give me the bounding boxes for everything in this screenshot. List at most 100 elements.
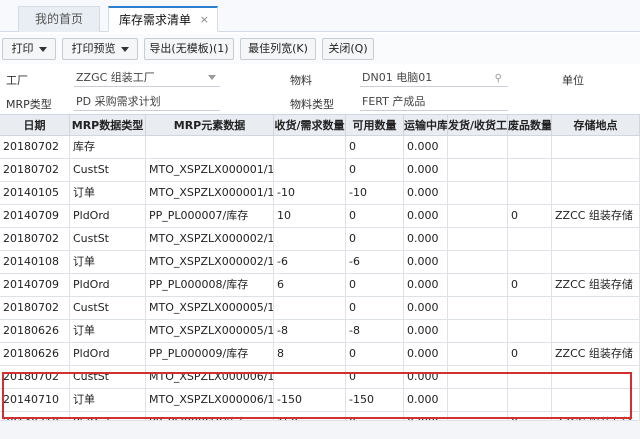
cell-receipt-demand-qty [274, 136, 346, 158]
tab-home[interactable]: 我的首页 [18, 6, 100, 32]
table-row[interactable]: 20140105 订单 MTO_XSPZLX000001/1/1 -10 -10 0.00… [0, 182, 640, 205]
cell-scrap-qty [508, 136, 552, 158]
column-header-issue-receipt-plant[interactable]: 发货/收货工厂 [448, 115, 508, 136]
cell-scrap-qty [508, 182, 552, 204]
cell-in-transit-stock: 0.000 [404, 159, 448, 181]
material-field[interactable]: DN01 电脑01 ⚲ [360, 70, 508, 87]
cell-issue-receipt-plant [448, 343, 508, 365]
cell-date: 20140108 [0, 251, 70, 273]
column-header-scrap-qty[interactable]: 废品数量 [508, 115, 552, 136]
column-header-in-transit-stock[interactable]: 运输中库 [404, 115, 448, 136]
cell-scrap-qty [508, 366, 552, 388]
cell-mrp-data-type: 订单 [70, 182, 146, 204]
chevron-down-icon [38, 46, 47, 52]
print-button[interactable]: 打印 [2, 38, 56, 60]
export-button[interactable]: 导出(无模板)(1) [144, 38, 234, 60]
cell-issue-receipt-plant [448, 251, 508, 273]
plant-select[interactable]: ZZGC 组装工厂 [74, 70, 220, 87]
cell-available-qty: 0 [346, 136, 404, 158]
cell-receipt-demand-qty: -8 [274, 320, 346, 342]
cell-mrp-element-data: PP_PL000008/库存 [146, 274, 274, 296]
link-icon[interactable]: ⚲ [495, 71, 502, 86]
cell-issue-receipt-plant [448, 320, 508, 342]
table-row[interactable]: 20180626 PldOrd PP_PL000009/库存 8 0 0.000 0 ZZCC… [0, 343, 640, 366]
cell-receipt-demand-qty [274, 159, 346, 181]
cell-available-qty: 0 [346, 159, 404, 181]
column-header-storage-location[interactable]: 存储地点 [552, 115, 640, 136]
column-header-date[interactable]: 日期 [0, 115, 70, 136]
cell-mrp-data-type: CustSt [70, 159, 146, 181]
table-row[interactable]: 20140709 PldOrd PP_PL000008/库存 6 0 0.000 0 ZZCC… [0, 274, 640, 297]
cell-scrap-qty [508, 297, 552, 319]
table-row[interactable]: 20180702 库存 0 0.000 [0, 136, 640, 159]
cell-mrp-element-data: MTO_XSPZLX000002/1 [146, 228, 274, 250]
table-row[interactable]: 20140709 PldOrd PP_PL000007/库存 10 0 0.000 0 ZZC… [0, 205, 640, 228]
print-preview-button-label: 打印预览 [71, 42, 116, 55]
table-row[interactable]: 20140108 订单 MTO_XSPZLX000002/1/1 -6 -6 0.000 [0, 251, 640, 274]
cell-issue-receipt-plant [448, 182, 508, 204]
cell-in-transit-stock: 0.000 [404, 205, 448, 227]
cell-in-transit-stock: 0.000 [404, 182, 448, 204]
cell-storage-location [552, 366, 640, 388]
cell-receipt-demand-qty [274, 297, 346, 319]
table-row[interactable]: 20180702 CustSt MTO_XSPZLX000005/1 0 0.000 [0, 297, 640, 320]
cell-mrp-element-data [146, 136, 274, 158]
column-header-available-qty[interactable]: 可用数量 [346, 115, 404, 136]
cell-available-qty: 0 [346, 366, 404, 388]
cell-mrp-element-data: MTO_XSPZLX000006/1/1 [146, 389, 274, 411]
column-header-mrp-data-type[interactable]: MRP数据类型 [70, 115, 146, 136]
table-header: 日期MRP数据类型MRP元素数据收货/需求数量可用数量运输中库发货/收货工厂废品… [0, 114, 640, 136]
cell-scrap-qty [508, 389, 552, 411]
filter-form: 工厂 ZZGC 组装工厂 物料 DN01 电脑01 ⚲ 单位 MRP类型 PD … [0, 66, 640, 114]
cell-scrap-qty: 0 [508, 274, 552, 296]
mrp-type-field[interactable]: PD 采购需求计划 [74, 94, 220, 111]
horizontal-scrollbar[interactable] [0, 420, 640, 439]
plant-select-value: ZZGC 组装工厂 [76, 71, 155, 84]
table-row[interactable]: 20180702 CustSt MTO_XSPZLX000006/1 0 0.000 [0, 366, 640, 389]
cell-issue-receipt-plant [448, 205, 508, 227]
cell-mrp-element-data: MTO_XSPZLX000002/1/1 [146, 251, 274, 273]
cell-scrap-qty [508, 159, 552, 181]
cell-in-transit-stock: 0.000 [404, 343, 448, 365]
cell-date: 20180702 [0, 366, 70, 388]
cell-receipt-demand-qty: -6 [274, 251, 346, 273]
material-field-value: DN01 电脑01 [362, 71, 433, 84]
material-type-field[interactable]: FERT 产成品 [360, 94, 508, 111]
cell-mrp-data-type: CustSt [70, 366, 146, 388]
cell-mrp-data-type: 订单 [70, 251, 146, 273]
cell-storage-location [552, 251, 640, 273]
cell-date: 20140709 [0, 274, 70, 296]
column-header-receipt-demand-qty[interactable]: 收货/需求数量 [274, 115, 346, 136]
close-icon[interactable]: × [200, 8, 209, 32]
cell-scrap-qty: 0 [508, 343, 552, 365]
cell-issue-receipt-plant [448, 389, 508, 411]
tab-home-label: 我的首页 [34, 12, 83, 26]
best-column-width-button[interactable]: 最佳列宽(K) [240, 38, 316, 60]
cell-storage-location [552, 228, 640, 250]
table-row[interactable]: 20180626 订单 MTO_XSPZLX000005/1/1 -8 -8 0.000 [0, 320, 640, 343]
close-button[interactable]: 关闭(Q) [322, 38, 374, 60]
cell-receipt-demand-qty: 6 [274, 274, 346, 296]
tab-inventory-demand-list[interactable]: 库存需求清单 × [108, 6, 218, 32]
cell-storage-location: ZZCC 组装存储 [552, 343, 640, 365]
column-header-mrp-element-data[interactable]: MRP元素数据 [146, 115, 274, 136]
cell-receipt-demand-qty: -10 [274, 182, 346, 204]
table-row[interactable]: 20140710 订单 MTO_XSPZLX000006/1/1 -150 -150 0.… [0, 389, 640, 412]
cell-storage-location [552, 389, 640, 411]
cell-storage-location [552, 182, 640, 204]
cell-receipt-demand-qty [274, 228, 346, 250]
cell-storage-location: ZZCC 组装存储 [552, 274, 640, 296]
table-row[interactable]: 20180702 CustSt MTO_XSPZLX000001/1 0 0.000 [0, 159, 640, 182]
print-preview-button[interactable]: 打印预览 [62, 38, 138, 60]
cell-receipt-demand-qty [274, 366, 346, 388]
cell-mrp-data-type: 库存 [70, 136, 146, 158]
table-row[interactable]: 20180702 CustSt MTO_XSPZLX000002/1 0 0.000 [0, 228, 640, 251]
cell-in-transit-stock: 0.000 [404, 320, 448, 342]
chevron-down-icon [208, 75, 216, 80]
material-label: 物料 [290, 74, 312, 87]
chevron-down-icon [120, 46, 129, 52]
cell-mrp-data-type: 订单 [70, 389, 146, 411]
cell-issue-receipt-plant [448, 159, 508, 181]
cell-available-qty: -10 [346, 182, 404, 204]
cell-storage-location [552, 136, 640, 158]
